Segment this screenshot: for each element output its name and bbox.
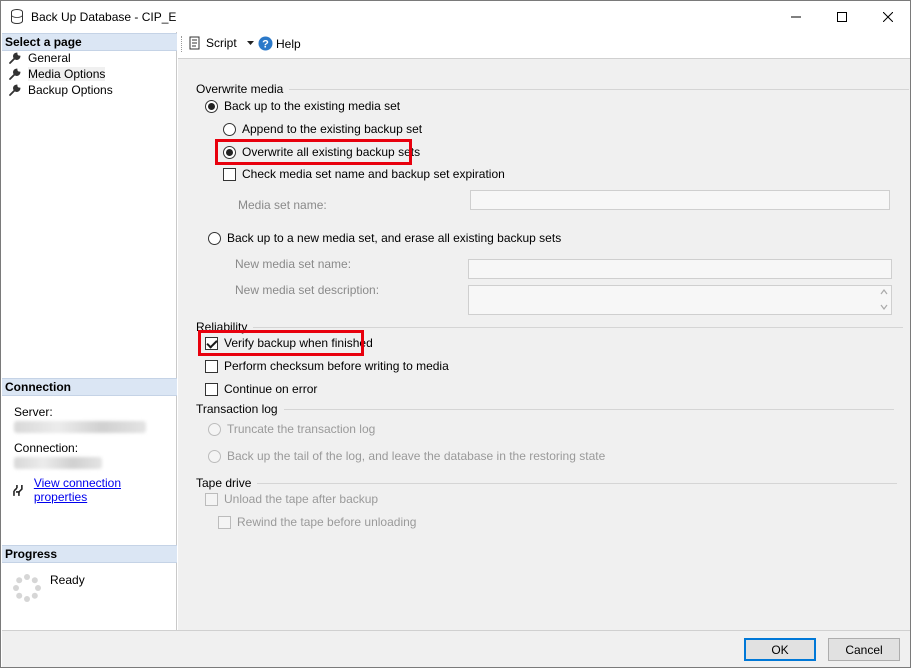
backup-tail-log-option[interactable]: Back up the tail of the log, and leave t… bbox=[208, 449, 605, 463]
new-media-set-name-input[interactable] bbox=[468, 259, 892, 279]
option-label: Perform checksum before writing to media bbox=[224, 359, 449, 373]
new-media-set-description-label: New media set description: bbox=[235, 283, 380, 297]
wrench-icon bbox=[9, 52, 21, 64]
view-connection-properties[interactable]: View connection properties bbox=[12, 476, 176, 504]
ok-button[interactable]: OK bbox=[744, 638, 816, 661]
checkbox-check-name-expiration[interactable] bbox=[223, 167, 236, 181]
connection-label: Connection: bbox=[14, 441, 79, 455]
cancel-button[interactable]: Cancel bbox=[828, 638, 900, 661]
scroll-down-icon[interactable] bbox=[880, 304, 888, 310]
script-label: Script bbox=[206, 36, 237, 50]
toolbar-grip bbox=[181, 36, 183, 52]
page-item-label: Backup Options bbox=[28, 83, 113, 97]
option-label: Unload the tape after backup bbox=[224, 492, 379, 506]
media-options-panel: Overwrite media Back up to the existing … bbox=[178, 58, 910, 630]
perform-checksum-option[interactable]: Perform checksum before writing to media bbox=[205, 359, 449, 373]
group-title-text: Transaction log bbox=[196, 402, 278, 416]
radio-new-media-set[interactable] bbox=[208, 231, 221, 245]
dialog-button-bar: OK Cancel bbox=[2, 630, 910, 667]
progress-status: Ready bbox=[50, 573, 85, 587]
progress-spinner-icon bbox=[13, 574, 41, 602]
option-label: Rewind the tape before unloading bbox=[237, 515, 417, 529]
append-backup-set-option[interactable]: Append to the existing backup set bbox=[223, 122, 422, 136]
close-icon bbox=[883, 11, 893, 22]
page-item-backup-options[interactable]: Backup Options bbox=[8, 82, 113, 98]
radio-existing-media-set[interactable] bbox=[205, 99, 218, 113]
chevron-down-icon[interactable] bbox=[246, 40, 254, 46]
wrench-icon bbox=[9, 68, 21, 80]
page-item-label: General bbox=[28, 51, 71, 65]
checkbox-perform-checksum[interactable] bbox=[205, 359, 218, 373]
media-set-name-input[interactable] bbox=[470, 190, 890, 210]
radio-backup-tail-log[interactable] bbox=[208, 449, 221, 463]
tape-drive-group-title: Tape drive bbox=[196, 476, 898, 490]
unload-tape-option[interactable]: Unload the tape after backup bbox=[205, 492, 378, 506]
close-button[interactable] bbox=[865, 1, 911, 32]
connection-value-redacted bbox=[14, 457, 102, 469]
option-label: Check media set name and backup set expi… bbox=[242, 167, 505, 181]
checkbox-continue-on-error[interactable] bbox=[205, 382, 218, 396]
group-divider bbox=[289, 88, 910, 90]
help-icon: ? bbox=[258, 36, 273, 51]
wrench-icon bbox=[9, 84, 21, 96]
page-item-label: Media Options bbox=[28, 67, 106, 81]
truncate-log-option[interactable]: Truncate the transaction log bbox=[208, 422, 375, 436]
option-label: Back up the tail of the log, and leave t… bbox=[227, 449, 606, 463]
scroll-up-icon[interactable] bbox=[880, 289, 888, 295]
media-set-name-label: Media set name: bbox=[238, 198, 327, 212]
backup-database-window: Back Up Database - CIP_E Select a page G… bbox=[0, 0, 911, 668]
radio-truncate-log[interactable] bbox=[208, 422, 221, 436]
script-button[interactable]: Script bbox=[188, 36, 254, 50]
group-title-text: Overwrite media bbox=[196, 82, 284, 96]
title-bar: Back Up Database - CIP_E bbox=[1, 1, 910, 32]
toolbar: Script ? Help bbox=[178, 32, 910, 58]
check-name-expiration-option[interactable]: Check media set name and backup set expi… bbox=[223, 167, 505, 181]
script-icon bbox=[189, 36, 200, 50]
group-divider bbox=[283, 408, 894, 410]
select-page-header: Select a page bbox=[2, 33, 177, 51]
existing-media-set-option[interactable]: Back up to the existing media set bbox=[205, 99, 400, 113]
option-label: Truncate the transaction log bbox=[227, 422, 376, 436]
connection-header: Connection bbox=[2, 378, 177, 396]
page-item-media-options[interactable]: Media Options bbox=[8, 66, 106, 82]
connection-properties-icon bbox=[13, 485, 23, 496]
minimize-button[interactable] bbox=[773, 1, 819, 32]
radio-append[interactable] bbox=[223, 122, 236, 136]
help-button[interactable]: ? Help bbox=[258, 36, 301, 51]
maximize-icon bbox=[837, 11, 847, 22]
maximize-button[interactable] bbox=[819, 1, 865, 32]
group-divider bbox=[257, 482, 898, 484]
server-value-redacted bbox=[14, 421, 146, 433]
database-icon bbox=[11, 9, 23, 24]
option-label: Continue on error bbox=[224, 382, 318, 396]
checkbox-unload-tape[interactable] bbox=[205, 492, 218, 506]
group-title-text: Tape drive bbox=[196, 476, 252, 490]
group-divider bbox=[253, 326, 904, 328]
rewind-tape-option[interactable]: Rewind the tape before unloading bbox=[218, 515, 416, 529]
view-connection-properties-link[interactable]: View connection properties bbox=[34, 476, 176, 504]
minimize-icon bbox=[791, 16, 801, 17]
help-label: Help bbox=[276, 36, 301, 51]
option-label: Back up to a new media set, and erase al… bbox=[227, 231, 562, 245]
checkbox-rewind-tape[interactable] bbox=[218, 515, 231, 529]
new-media-set-option[interactable]: Back up to a new media set, and erase al… bbox=[208, 231, 561, 245]
page-item-general[interactable]: General bbox=[8, 50, 71, 66]
window-title: Back Up Database - CIP_E bbox=[31, 10, 177, 24]
option-label: Back up to the existing media set bbox=[224, 99, 401, 113]
new-media-set-name-label: New media set name: bbox=[235, 257, 352, 271]
progress-header: Progress bbox=[2, 545, 177, 563]
server-label: Server: bbox=[14, 405, 53, 419]
continue-on-error-option[interactable]: Continue on error bbox=[205, 382, 317, 396]
transaction-log-group-title: Transaction log bbox=[196, 402, 894, 416]
new-media-set-description-input[interactable] bbox=[468, 285, 892, 315]
highlight-overwrite-all bbox=[215, 139, 412, 165]
svg-text:?: ? bbox=[262, 39, 269, 51]
left-pane: Select a page General Media Options Back… bbox=[2, 32, 177, 630]
option-label: Append to the existing backup set bbox=[242, 122, 423, 136]
overwrite-media-group-title: Overwrite media bbox=[196, 82, 910, 96]
highlight-verify-backup bbox=[198, 330, 364, 356]
